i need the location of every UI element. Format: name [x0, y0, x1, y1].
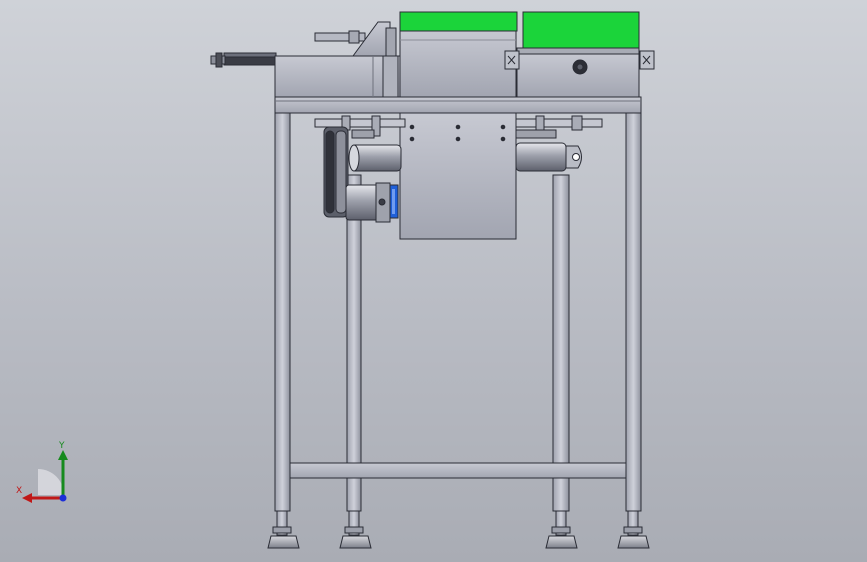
table-crossbeam	[274, 96, 642, 114]
linear-actuator	[210, 52, 277, 68]
foot-1	[267, 510, 300, 549]
right-shaft-assembly	[515, 115, 603, 139]
orientation-triad[interactable]: X Y	[12, 440, 82, 510]
right-cylinder	[515, 142, 582, 172]
leg-front-right	[625, 112, 642, 512]
green-panel-left	[399, 11, 518, 32]
leg-rear-left	[346, 174, 362, 512]
drive-motor	[345, 182, 399, 223]
axis-y-label: Y	[59, 441, 65, 451]
leg-front-left	[274, 112, 291, 512]
vertical-mount-plate	[399, 112, 517, 240]
green-panel-right	[522, 11, 640, 50]
axis-x-label: X	[16, 486, 23, 496]
leveling-feet	[267, 510, 650, 549]
foot-3	[545, 510, 578, 549]
foot-4	[617, 510, 650, 549]
leg-rear-right	[552, 174, 570, 512]
table-top-plate	[274, 55, 401, 98]
foot-2	[339, 510, 372, 549]
left-cylinder	[348, 144, 402, 172]
drive-pulley	[323, 126, 349, 218]
machine-assembly-front-view[interactable]	[0, 0, 867, 562]
central-housing	[399, 11, 518, 98]
triad-graphic	[22, 450, 68, 503]
right-housing	[504, 11, 655, 98]
cad-viewport[interactable]: X Y	[0, 0, 867, 562]
lower-cross-bar	[289, 462, 627, 479]
